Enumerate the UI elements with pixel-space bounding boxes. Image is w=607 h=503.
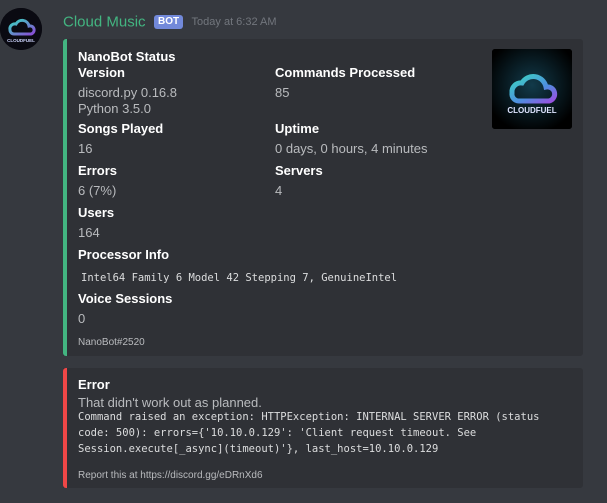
cloudfuel-logo-icon: CLOUDFUEL	[492, 49, 572, 129]
field-servers: Servers 4	[275, 163, 475, 199]
status-embed: NanoBot Status Version discord.py 0.16.8…	[63, 39, 583, 356]
field-value: 16	[78, 141, 93, 156]
field-songs: Songs Played 16	[78, 121, 268, 157]
field-name: Servers	[275, 163, 323, 178]
field-value: 6 (7%)	[78, 183, 117, 198]
embed-footer: NanoBot#2520	[78, 337, 145, 348]
error-embed: Error That didn't work out as planned. C…	[63, 368, 583, 488]
embed-title: Error	[78, 377, 110, 392]
field-name: Users	[78, 205, 115, 220]
field-uptime: Uptime 0 days, 0 hours, 4 minutes	[275, 121, 495, 157]
message-timestamp: Today at 6:32 AM	[191, 15, 277, 28]
field-value: 164	[78, 225, 100, 240]
version-python: Python 3.5.0	[78, 101, 151, 116]
processor-code: Intel64 Family 6 Model 42 Stepping 7, Ge…	[78, 272, 401, 284]
field-name: Commands Processed	[275, 65, 416, 80]
field-value: 0 days, 0 hours, 4 minutes	[275, 141, 428, 156]
field-name: Processor Info	[78, 247, 170, 262]
error-description: That didn't work out as planned.	[78, 395, 262, 410]
bot-username[interactable]: Cloud Music	[63, 13, 146, 30]
embed-footer: Report this at https://discord.gg/eDRnXd…	[78, 470, 263, 481]
version-discordpy: discord.py 0.16.8	[78, 85, 178, 100]
field-value: discord.py 0.16.8 Python 3.5.0	[78, 85, 268, 117]
field-name: Uptime	[275, 121, 320, 136]
embed-thumbnail[interactable]: CLOUDFUEL	[492, 49, 572, 129]
field-value: 4	[275, 183, 283, 198]
svg-text:CLOUDFUEL: CLOUDFUEL	[7, 38, 35, 43]
cloudfuel-logo-icon: CLOUDFUEL	[0, 8, 42, 50]
error-code-block: Command raised an exception: HTTPExcepti…	[78, 411, 546, 455]
field-value: 0	[78, 311, 86, 326]
embed-title: NanoBot Status	[78, 49, 176, 64]
field-voice: Voice Sessions 0	[78, 291, 268, 327]
field-users: Users 164	[78, 205, 268, 241]
field-name: Version	[78, 65, 125, 80]
svg-text:CLOUDFUEL: CLOUDFUEL	[507, 106, 556, 115]
bot-badge: BOT	[153, 14, 184, 29]
chat-message: CLOUDFUEL Cloud Music BOT Today at 6:32 …	[0, 0, 607, 503]
bot-avatar[interactable]: CLOUDFUEL	[0, 8, 42, 50]
field-name: Errors	[78, 163, 118, 178]
message-header: Cloud Music BOT Today at 6:32 AM	[63, 13, 277, 31]
field-name: Voice Sessions	[78, 291, 173, 306]
field-name: Songs Played	[78, 121, 164, 136]
field-value: 85	[275, 85, 290, 100]
field-value: Intel64 Family 6 Model 42 Stepping 7, Ge…	[78, 269, 568, 286]
field-commands: Commands Processed 85	[275, 65, 475, 101]
field-version: Version discord.py 0.16.8 Python 3.5.0	[78, 65, 268, 117]
field-processor: Processor Info Intel64 Family 6 Model 42…	[78, 247, 568, 286]
field-errors: Errors 6 (7%)	[78, 163, 268, 199]
